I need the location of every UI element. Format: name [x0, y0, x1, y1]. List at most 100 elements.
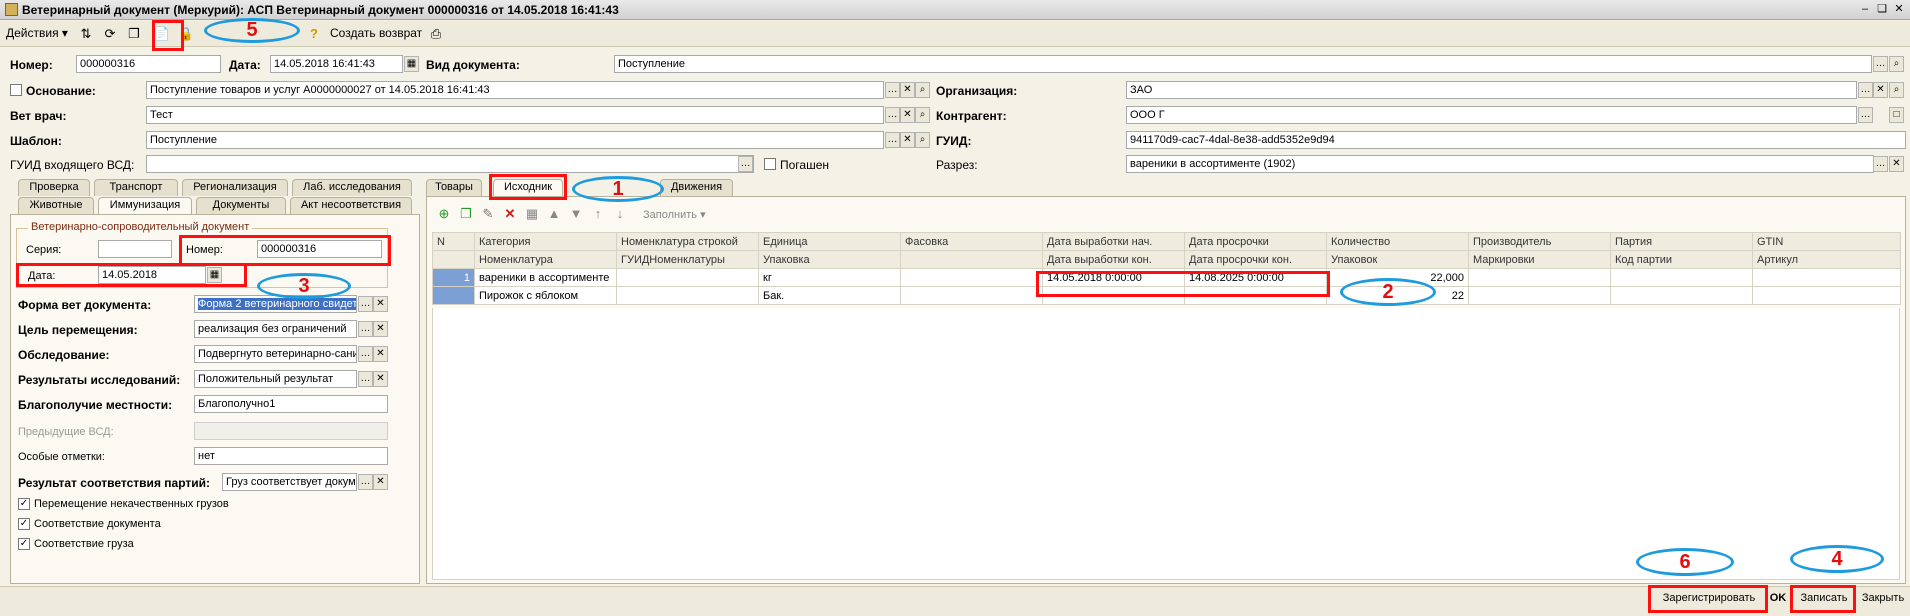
breakdown-select-icon[interactable]: … [1873, 156, 1888, 172]
org-field[interactable]: ЗАО [1126, 81, 1857, 99]
cell[interactable] [1752, 268, 1901, 287]
cell[interactable] [1468, 268, 1611, 287]
cell[interactable]: кг [758, 268, 901, 287]
help-icon[interactable]: ? [304, 24, 324, 44]
cell[interactable] [1752, 286, 1901, 305]
cell[interactable]: Бак. [758, 286, 901, 305]
col-header[interactable]: Упаковка [758, 250, 901, 269]
col-header[interactable]: Артикул [1752, 250, 1901, 269]
doc-type-search-icon[interactable]: ⌕ [1889, 56, 1904, 72]
col-header[interactable]: N [432, 232, 475, 251]
cell[interactable]: 14.08.2025 0:00:00 [1184, 268, 1327, 287]
col-header[interactable]: ГУИДНоменклатуры [616, 250, 759, 269]
tab-immunization[interactable]: Иммунизация [98, 197, 192, 214]
number-field[interactable]: 000000316 [76, 55, 221, 73]
col-header[interactable] [432, 250, 475, 269]
tab-animals[interactable]: Животные [18, 197, 94, 214]
col-header[interactable]: Код партии [1610, 250, 1753, 269]
match-select-icon[interactable]: … [358, 474, 373, 490]
form-field[interactable]: Форма 2 ветеринарного свидетельства [194, 295, 357, 313]
add-icon[interactable]: ⊕ [434, 204, 454, 224]
minimize-icon[interactable]: – [1856, 2, 1874, 17]
contractor-open-icon[interactable]: □ [1889, 107, 1904, 123]
cell[interactable]: 1 [432, 268, 475, 287]
edit-icon[interactable]: ✎ [478, 204, 498, 224]
col-header[interactable]: GTIN [1752, 232, 1901, 251]
close-icon[interactable]: ✕ [1890, 2, 1908, 17]
print-icon[interactable]: ⎙ [426, 24, 446, 44]
date-field[interactable]: 14.05.2018 16:41:43 [270, 55, 403, 73]
results-select-icon[interactable]: … [358, 371, 373, 387]
move-up-icon[interactable]: ▲ [544, 204, 564, 224]
purpose-select-icon[interactable]: … [358, 321, 373, 337]
vet-search-icon[interactable]: ⌕ [915, 107, 930, 123]
cell[interactable]: 22,000 [1326, 268, 1469, 287]
lock-icon[interactable]: 🔒 [176, 24, 196, 44]
ok-button[interactable]: OK [1766, 589, 1790, 609]
col-header[interactable] [900, 250, 1043, 269]
tab-documents[interactable]: Документы [196, 197, 286, 214]
org-clear-icon[interactable]: ✕ [1873, 82, 1888, 98]
match-clear-icon[interactable]: ✕ [373, 474, 388, 490]
refresh-icon[interactable]: ⟳ [100, 24, 120, 44]
wellbeing-field[interactable]: Благополучно1 [194, 395, 388, 413]
tab-goods[interactable]: Товары [426, 179, 482, 196]
template-field[interactable]: Поступление [146, 131, 884, 149]
cell[interactable] [900, 286, 1043, 305]
vet-select-icon[interactable]: … [885, 107, 900, 123]
move-down-icon[interactable]: ▼ [566, 204, 586, 224]
cell[interactable]: вареники в ассортименте [474, 268, 617, 287]
col-header[interactable]: Количество [1326, 232, 1469, 251]
actions-menu[interactable]: Действия ▾ [6, 26, 68, 40]
results-field[interactable]: Положительный результат [194, 370, 357, 388]
cell[interactable] [616, 268, 759, 287]
cell[interactable]: 22 [1326, 286, 1469, 305]
col-header[interactable]: Маркировки [1468, 250, 1611, 269]
cell[interactable] [1610, 268, 1753, 287]
tab-source[interactable]: Исходник [493, 179, 563, 196]
template-clear-icon[interactable]: ✕ [900, 132, 915, 148]
purpose-field[interactable]: реализация без ограничений [194, 320, 357, 338]
cell[interactable] [1610, 286, 1753, 305]
basis-search-icon[interactable]: ⌕ [915, 82, 930, 98]
vsd-calendar-icon[interactable]: ▦ [207, 267, 222, 283]
calendar-icon[interactable]: ▦ [404, 56, 419, 72]
col-header[interactable]: Дата выработки нач. [1042, 232, 1185, 251]
incoming-guid-select-icon[interactable]: … [738, 156, 753, 172]
doc-type-field[interactable]: Поступление [614, 55, 1872, 73]
org-select-icon[interactable]: … [1858, 82, 1873, 98]
vsd-number-field[interactable]: 000000316 [257, 240, 382, 258]
inspection-field[interactable]: Подвергнуто ветеринарно-санитарной [194, 345, 357, 363]
col-header[interactable]: Дата выработки кон. [1042, 250, 1185, 269]
col-header[interactable]: Номенклатура строкой [616, 232, 759, 251]
finish-edit-icon[interactable]: ▦ [522, 204, 542, 224]
delete-icon[interactable]: ✕ [500, 204, 520, 224]
col-header[interactable]: Партия [1610, 232, 1753, 251]
extinguished-checkbox[interactable] [764, 158, 776, 170]
breakdown-clear-icon[interactable]: ✕ [1889, 156, 1904, 172]
contractor-select-icon[interactable]: … [1858, 107, 1873, 123]
tab-movements[interactable]: Движения [660, 179, 733, 196]
cell[interactable] [1184, 286, 1327, 305]
check-doc-match[interactable]: ✓ [18, 518, 30, 530]
sort-desc-icon[interactable]: ↓ [610, 204, 630, 224]
marks-field[interactable]: нет [194, 447, 388, 465]
incoming-guid-field[interactable] [146, 155, 754, 173]
basis-clear-icon[interactable]: ✕ [900, 82, 915, 98]
sort-asc-icon[interactable]: ↑ [588, 204, 608, 224]
col-header[interactable]: Единица [758, 232, 901, 251]
template-select-icon[interactable]: … [885, 132, 900, 148]
copy-row-icon[interactable]: ❐ [456, 204, 476, 224]
col-header[interactable]: Категория [474, 232, 617, 251]
col-header[interactable]: Производитель [1468, 232, 1611, 251]
col-header[interactable]: Упаковок [1326, 250, 1469, 269]
form-select-icon[interactable]: … [358, 296, 373, 312]
results-clear-icon[interactable]: ✕ [373, 371, 388, 387]
cell[interactable] [1468, 286, 1611, 305]
table-row[interactable]: 1 вареники в ассортименте кг 14.05.2018 … [432, 268, 1901, 287]
load-icon[interactable]: 📄 [152, 24, 172, 44]
vsd-date-field[interactable]: 14.05.2018 [98, 266, 206, 284]
contractor-field[interactable]: ООО Г [1126, 106, 1857, 124]
guid-field[interactable]: 941170d9-cac7-4dal-8e38-add5352e9d94 [1126, 131, 1906, 149]
post-icon[interactable]: ⇅ [76, 24, 96, 44]
